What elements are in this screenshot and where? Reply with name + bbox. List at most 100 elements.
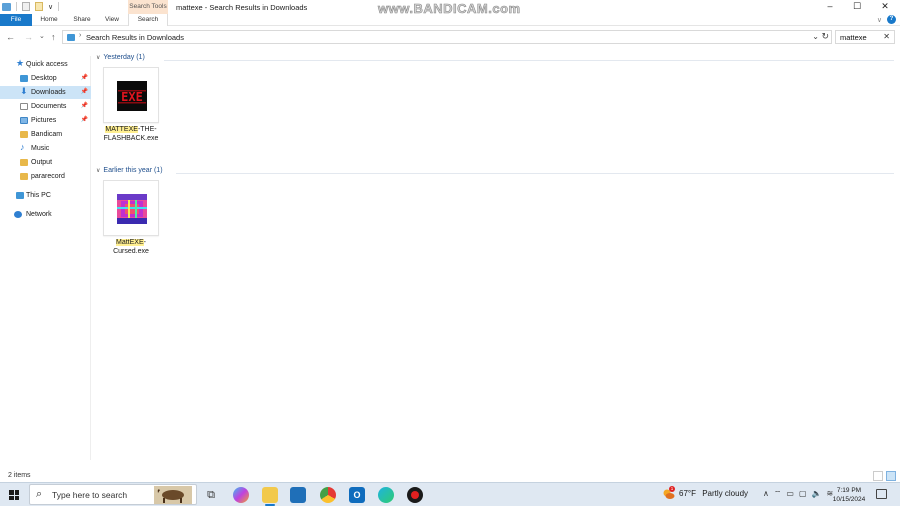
new-folder-icon[interactable] — [35, 2, 43, 11]
weather-temperature: 67°F — [679, 489, 696, 498]
breadcrumb-chevron-icon[interactable]: › — [79, 32, 81, 39]
file-explorer-icon[interactable] — [262, 487, 278, 503]
taskbar: ⌕ Type here to search ⧉ O 1 67°F Partly … — [0, 482, 900, 506]
network-icon[interactable]: ⌔ — [774, 489, 782, 499]
group-title: Yesterday (1) — [103, 54, 145, 61]
group-header-yesterday[interactable]: ∨ Yesterday (1) — [96, 54, 145, 66]
task-view-icon[interactable]: ⧉ — [203, 487, 219, 503]
folder-icon — [20, 131, 28, 138]
sidebar-item-label: Downloads — [31, 89, 66, 96]
collapse-group-icon[interactable]: ∨ — [96, 167, 100, 174]
show-hidden-icons-icon[interactable]: ∧ — [763, 489, 769, 499]
pin-icon: 📌 — [80, 89, 88, 95]
sidebar-item-downloads[interactable]: ⬇ Downloads 📌 — [0, 86, 91, 99]
sidebar-item-bandicam[interactable]: Bandicam — [0, 128, 91, 141]
customize-toolbar-icon[interactable]: ∨ — [48, 3, 53, 11]
search-box[interactable]: mattexe ✕ — [835, 30, 895, 44]
pin-icon: 📌 — [80, 75, 88, 81]
sidebar-item-label: pararecord — [31, 173, 65, 180]
display-icon[interactable]: ▢ — [799, 489, 807, 499]
bandicam-icon[interactable] — [407, 487, 423, 503]
microsoft-store-icon[interactable] — [290, 487, 306, 503]
forward-button[interactable]: → — [24, 31, 33, 43]
window-title: mattexe - Search Results in Downloads — [176, 3, 308, 12]
taskbar-search[interactable]: ⌕ Type here to search — [29, 484, 197, 505]
tab-file[interactable]: File — [0, 14, 32, 26]
large-icons-view-button[interactable] — [886, 471, 896, 481]
breadcrumb-path[interactable]: Search Results in Downloads — [86, 33, 184, 42]
group-title: Earlier this year (1) — [103, 167, 163, 174]
back-button[interactable]: ← — [6, 31, 15, 43]
properties-icon[interactable] — [22, 2, 30, 11]
sidebar-item-quick-access[interactable]: ★ Quick access — [0, 58, 91, 71]
title-bar: ∨ Search Tools mattexe - Search Results … — [0, 0, 900, 16]
maximize-button[interactable]: ☐ — [843, 0, 871, 14]
sidebar-item-label: Pictures — [31, 117, 57, 124]
item-count: 2 items — [8, 472, 31, 479]
sidebar-item-output[interactable]: Output — [0, 156, 91, 169]
pin-icon: 📌 — [80, 103, 88, 109]
search-match-highlight: MATTEXE — [105, 126, 138, 133]
group-header-earlier-this-year[interactable]: ∨ Earlier this year (1) — [96, 167, 163, 179]
ribbon-controls: ∨ ? — [877, 15, 896, 24]
sidebar-item-music[interactable]: ♪ Music — [0, 142, 91, 155]
battery-icon[interactable]: ▭ — [786, 489, 794, 499]
taskbar-search-placeholder: Type here to search — [52, 490, 128, 500]
tab-view[interactable]: View — [100, 14, 124, 26]
sidebar-item-documents[interactable]: Documents 📌 — [0, 100, 91, 113]
volume-icon[interactable]: 🔈 — [812, 489, 822, 499]
sidebar-item-label: This PC — [26, 192, 51, 199]
sidebar-item-label: Desktop — [31, 75, 57, 82]
details-view-button[interactable] — [873, 471, 883, 481]
sidebar-item-network[interactable]: Network — [0, 208, 91, 221]
file-view: ∨ Yesterday (1) EXE MATTEXE-THE-FLASHBACK… — [92, 50, 900, 470]
download-icon: ⬇ — [20, 86, 28, 96]
address-bar[interactable]: › Search Results in Downloads ⌄ ↻ — [62, 30, 832, 44]
tab-home[interactable]: Home — [36, 14, 62, 26]
explorer-icon — [2, 2, 11, 11]
chrome-icon[interactable] — [320, 487, 336, 503]
clock[interactable]: 7:19 PM 10/15/2024 — [828, 486, 870, 504]
refresh-icon[interactable]: ↻ — [821, 31, 829, 42]
weather-widget[interactable]: 67°F Partly cloudy — [679, 489, 748, 498]
file-item[interactable]: MattEXE-Cursed.exe — [103, 180, 159, 255]
copilot-icon[interactable] — [233, 487, 249, 503]
start-button[interactable] — [9, 490, 19, 500]
sidebar-item-pictures[interactable]: Pictures 📌 — [0, 114, 91, 127]
weather-badge: 1 — [669, 486, 675, 492]
minimize-button[interactable]: – — [816, 0, 844, 14]
help-icon[interactable]: ? — [887, 15, 896, 24]
notifications-icon[interactable] — [876, 489, 887, 499]
sidebar-item-label: Music — [31, 145, 50, 152]
address-history-dropdown-icon[interactable]: ⌄ — [812, 32, 819, 41]
exe-red-icon: EXE — [117, 81, 147, 111]
sidebar-item-desktop[interactable]: Desktop 📌 — [0, 72, 91, 85]
status-bar: 2 items — [0, 470, 900, 482]
edge-icon[interactable] — [378, 487, 394, 503]
navigation-pane: ★ Quick access Desktop 📌 ⬇ Downloads 📌 D… — [0, 56, 91, 460]
sidebar-item-this-pc[interactable]: This PC — [0, 189, 91, 202]
expand-ribbon-icon[interactable]: ∨ — [877, 16, 882, 24]
sidebar-item-pararecord[interactable]: pararecord — [0, 170, 91, 183]
search-match-highlight: MattEXE — [116, 239, 144, 246]
file-thumbnail: EXE — [103, 67, 159, 123]
file-item[interactable]: EXE MATTEXE-THE-FLASHBACK.exe — [103, 67, 159, 142]
outlook-icon[interactable]: O — [349, 487, 365, 503]
folder-icon — [20, 159, 28, 166]
clear-search-icon[interactable]: ✕ — [883, 32, 890, 41]
toolbar-divider — [16, 2, 17, 11]
pin-icon: 📌 — [80, 117, 88, 123]
up-button[interactable]: ↑ — [51, 31, 56, 43]
navigation-bar: ← → ⌄ ↑ › Search Results in Downloads ⌄ … — [0, 29, 900, 45]
recent-locations-button[interactable]: ⌄ — [39, 31, 45, 43]
document-icon — [20, 103, 28, 110]
sidebar-item-label: Network — [26, 211, 52, 218]
tab-search[interactable]: Search — [128, 14, 168, 26]
tab-share[interactable]: Share — [68, 14, 96, 26]
sidebar-item-label: Bandicam — [31, 131, 63, 138]
close-button[interactable]: ✕ — [871, 0, 899, 14]
search-input[interactable]: mattexe — [840, 33, 867, 42]
quick-access-toolbar: ∨ — [2, 2, 60, 11]
collapse-group-icon[interactable]: ∨ — [96, 54, 100, 61]
search-tools-context-tab: Search Tools — [128, 0, 168, 14]
